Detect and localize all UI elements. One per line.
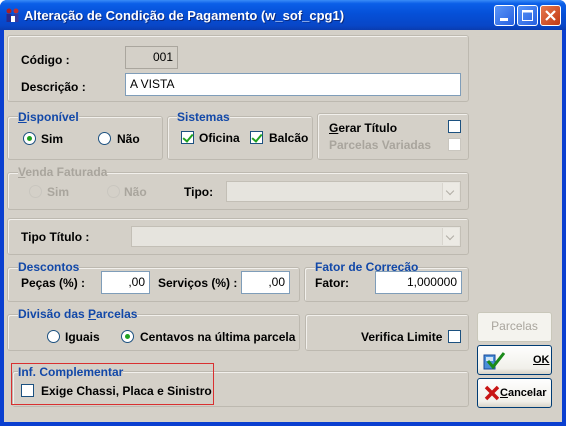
gerar-titulo-label[interactable]: Gerar Título	[329, 121, 397, 135]
window-title: Alteração de Condição de Pagamento (w_so…	[24, 8, 345, 23]
tipo-titulo-label: Tipo Título :	[21, 230, 90, 244]
balcao-checkbox[interactable]	[250, 131, 263, 144]
centavos-radio[interactable]	[121, 330, 134, 343]
cancelar-label: Cancelar	[500, 387, 547, 399]
maximize-button[interactable]	[517, 5, 538, 26]
tipo-dropdown[interactable]	[226, 181, 461, 202]
minimize-button[interactable]	[494, 5, 515, 26]
close-button[interactable]	[540, 5, 561, 26]
parcelas-variadas-checkbox	[448, 138, 461, 151]
tipo-label: Tipo:	[184, 185, 214, 199]
inf-complementar-title: Inf. Complementar	[18, 365, 124, 379]
tipo-titulo-dropdown[interactable]	[131, 226, 461, 247]
parcelas-button: Parcelas	[477, 312, 552, 342]
dialog-window: Alteração de Condição de Pagamento (w_so…	[0, 0, 566, 426]
verifica-limite-checkbox[interactable]	[448, 330, 461, 343]
minimize-icon	[500, 18, 508, 21]
verifica-limite-label[interactable]: Verifica Limite	[361, 330, 442, 344]
descricao-field[interactable]: A VISTA	[125, 73, 461, 96]
pecas-label: Peças (%) :	[21, 276, 86, 290]
sistemas-title: Sistemas	[177, 110, 230, 124]
title-bar[interactable]: Alteração de Condição de Pagamento (w_so…	[0, 0, 566, 30]
iguais-label[interactable]: Iguais	[65, 330, 100, 344]
exige-label[interactable]: Exige Chassi, Placa e Sinistro	[41, 384, 212, 398]
descricao-label: Descrição :	[21, 80, 86, 94]
ok-check-icon	[483, 352, 505, 370]
divisao-title: Divisão das Parcelas	[18, 307, 138, 321]
cancel-x-icon	[484, 385, 500, 401]
gerar-titulo-checkbox[interactable]	[448, 120, 461, 133]
fator-label: Fator:	[315, 276, 349, 290]
parcelas-variadas-label: Parcelas Variadas	[329, 138, 432, 152]
fator-field[interactable]: 1,000000	[375, 271, 462, 294]
app-people-icon	[6, 8, 19, 22]
venda-nao-label: Não	[124, 185, 147, 199]
iguais-radio[interactable]	[47, 330, 60, 343]
chevron-down-icon[interactable]	[442, 228, 459, 245]
exige-checkbox[interactable]	[21, 384, 34, 397]
centavos-label[interactable]: Centavos na última parcela	[140, 330, 295, 344]
disponivel-nao-radio[interactable]	[98, 132, 111, 145]
codigo-field: 001	[125, 46, 178, 69]
maximize-icon	[522, 10, 533, 21]
chevron-down-icon[interactable]	[442, 183, 459, 200]
disponivel-sim-label[interactable]: Sim	[41, 132, 63, 146]
codigo-label: Código :	[21, 53, 70, 67]
dialog-body: Código : 001 Descrição : A VISTA Disponí…	[4, 30, 562, 422]
venda-nao-radio	[107, 185, 120, 198]
descontos-title: Descontos	[18, 260, 80, 274]
disponivel-nao-label[interactable]: Não	[117, 132, 140, 146]
ok-button[interactable]: OK	[477, 345, 552, 375]
venda-sim-label: Sim	[47, 185, 70, 199]
disponivel-sim-radio[interactable]	[23, 132, 36, 145]
pecas-field[interactable]: ,00	[101, 271, 150, 294]
close-icon	[545, 10, 556, 21]
cancelar-button[interactable]: Cancelar	[477, 378, 552, 408]
servicos-field[interactable]: ,00	[241, 271, 290, 294]
venda-sim-radio	[29, 185, 42, 198]
ok-label: OK	[533, 354, 550, 366]
servicos-label: Serviços (%) :	[158, 276, 238, 290]
oficina-checkbox[interactable]	[181, 131, 194, 144]
balcao-label[interactable]: Balcão	[269, 131, 308, 145]
oficina-label[interactable]: Oficina	[199, 131, 240, 145]
venda-faturada-title: Venda Faturada	[18, 165, 108, 179]
disponivel-title: Disponível	[18, 110, 79, 124]
